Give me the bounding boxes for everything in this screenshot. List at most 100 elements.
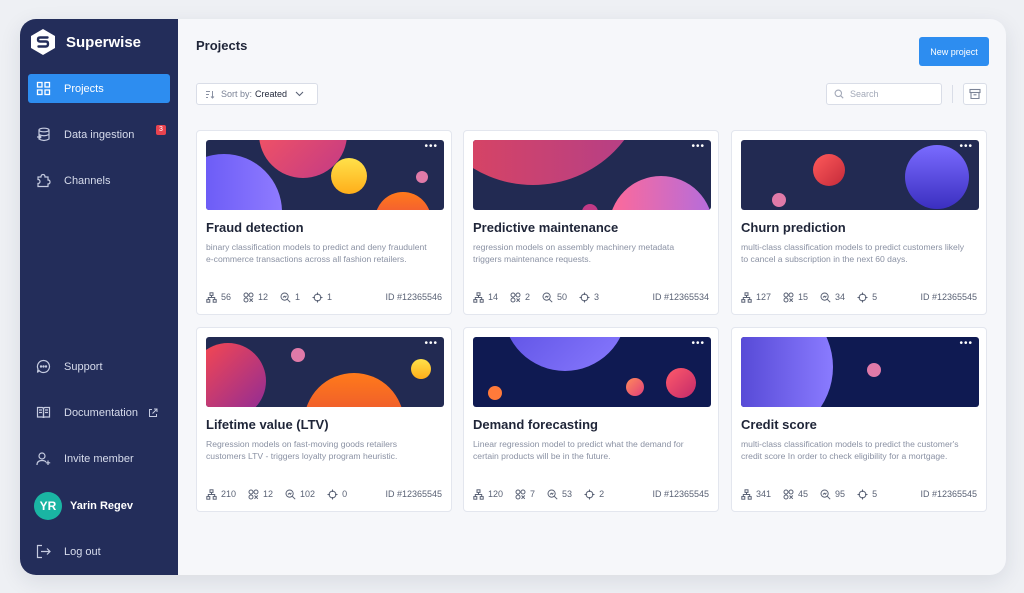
new-project-button[interactable]: New project: [919, 37, 989, 66]
segments-icon: [510, 292, 521, 302]
chat-icon: [36, 359, 51, 374]
hierarchy-icon: [473, 291, 484, 303]
sort-dropdown[interactable]: Sort by: Created: [196, 83, 318, 105]
search-input[interactable]: [850, 89, 938, 99]
card-title: Demand forecasting: [473, 417, 598, 432]
stat-monitors: 1: [312, 292, 332, 303]
brand[interactable]: Superwise: [30, 27, 141, 57]
sort-label: Sort by:: [221, 89, 253, 99]
card-banner: •••: [473, 140, 711, 210]
more-options-icon[interactable]: •••: [424, 142, 438, 152]
project-card-churn-prediction[interactable]: ••• Churn prediction multi-class classif…: [731, 130, 987, 315]
toolbar-divider: [952, 85, 953, 103]
stat-insights: 102: [285, 489, 315, 500]
notification-badge: 3: [156, 125, 166, 135]
card-description: binary classification models to predict …: [206, 242, 427, 264]
hierarchy-icon: [741, 488, 752, 500]
segments-icon: [515, 489, 526, 499]
project-card-credit-score[interactable]: ••• Credit score multi-class classificat…: [731, 327, 987, 512]
card-stats: 210 12 102 0 ID #12365545: [206, 488, 442, 500]
zoom-analysis-icon: [820, 489, 831, 500]
zoom-analysis-icon: [280, 292, 291, 303]
target-icon: [584, 489, 595, 499]
card-title: Fraud detection: [206, 220, 304, 235]
stat-segments: 15: [783, 292, 808, 303]
target-icon: [857, 292, 868, 302]
search-box[interactable]: [826, 83, 942, 105]
card-description: multi-class classification models to pre…: [741, 242, 965, 264]
logout-icon: [36, 544, 51, 559]
card-stats: 127 15 34 5 ID #12365545: [741, 291, 977, 303]
archive-button[interactable]: [963, 83, 987, 105]
sidebar-item-projects[interactable]: Projects: [28, 74, 170, 103]
abstract-planets-illustration: [206, 337, 444, 407]
abstract-planets-illustration: [741, 337, 979, 407]
more-options-icon[interactable]: •••: [691, 339, 705, 349]
target-icon: [857, 489, 868, 499]
stat-insights: 53: [547, 489, 572, 500]
user-profile[interactable]: YR Yarin Regev: [28, 491, 170, 521]
card-stats: 14 2 50 3 ID #12365534: [473, 291, 709, 303]
more-options-icon[interactable]: •••: [959, 142, 973, 152]
stat-monitors: 2: [584, 489, 604, 500]
project-id: ID #12365545: [652, 489, 709, 499]
sidebar-item-support[interactable]: Support: [28, 352, 170, 381]
card-banner: •••: [473, 337, 711, 407]
card-stats: 56 12 1 1 ID #12365546: [206, 291, 442, 303]
card-title: Predictive maintenance: [473, 220, 619, 235]
avatar: YR: [34, 492, 62, 520]
book-icon: [36, 405, 51, 420]
sort-icon: [206, 90, 215, 99]
stat-insights: 50: [542, 292, 567, 303]
stat-models: 120: [473, 488, 503, 500]
stat-models: 56: [206, 291, 231, 303]
search-icon: [834, 89, 844, 99]
sidebar-item-label: Projects: [64, 82, 104, 95]
project-card-demand-forecasting[interactable]: ••• Demand forecasting Linear regression…: [463, 327, 719, 512]
abstract-planets-illustration: [473, 140, 711, 210]
sidebar-item-documentation[interactable]: Documentation: [28, 398, 170, 427]
sidebar-item-label: Invite member: [64, 452, 134, 465]
more-options-icon[interactable]: •••: [691, 142, 705, 152]
project-card-fraud-detection[interactable]: ••• Fraud detection binary classificatio…: [196, 130, 452, 315]
sidebar-item-invite-member[interactable]: Invite member: [28, 444, 170, 473]
brand-name: Superwise: [66, 33, 142, 51]
stat-segments: 2: [510, 292, 530, 303]
zoom-analysis-icon: [820, 292, 831, 303]
stat-models: 341: [741, 488, 771, 500]
stat-monitors: 3: [579, 292, 599, 303]
card-banner: •••: [741, 337, 979, 407]
card-description: regression models on assembly machinery …: [473, 242, 675, 264]
project-id: ID #12365534: [652, 292, 709, 302]
user-name: Yarin Regev: [70, 500, 133, 512]
card-banner: •••: [206, 337, 444, 407]
user-plus-icon: [36, 451, 51, 466]
card-description: multi-class classification models to pre…: [741, 439, 959, 461]
target-icon: [327, 489, 338, 499]
sidebar-item-label: Data ingestion: [64, 128, 135, 141]
zoom-analysis-icon: [285, 489, 296, 500]
card-description: Regression models on fast-moving goods r…: [206, 439, 398, 461]
sidebar-item-channels[interactable]: Channels: [28, 166, 170, 195]
more-options-icon[interactable]: •••: [424, 339, 438, 349]
hierarchy-icon: [206, 291, 217, 303]
project-card-predictive-maintenance[interactable]: ••• Predictive maintenance regression mo…: [463, 130, 719, 315]
logout-label: Log out: [64, 545, 101, 558]
sidebar-item-label: Support: [64, 360, 103, 373]
card-stats: 120 7 53 2 ID #12365545: [473, 488, 709, 500]
stat-models: 14: [473, 291, 498, 303]
superwise-logo-icon: [31, 29, 55, 55]
sidebar-item-data-ingestion[interactable]: Data ingestion 3: [28, 120, 170, 149]
logout-button[interactable]: Log out: [28, 537, 170, 566]
stat-segments: 7: [515, 489, 535, 500]
external-link-icon: [148, 408, 158, 418]
stat-models: 127: [741, 291, 771, 303]
more-options-icon[interactable]: •••: [959, 339, 973, 349]
target-icon: [579, 292, 590, 302]
project-card-lifetime-value[interactable]: ••• Lifetime value (LTV) Regression mode…: [196, 327, 452, 512]
sidebar-item-label: Channels: [64, 174, 111, 187]
abstract-planets-illustration: [741, 140, 979, 210]
card-stats: 341 45 95 5 ID #12365545: [741, 488, 977, 500]
stat-segments: 12: [248, 489, 273, 500]
hierarchy-icon: [206, 488, 217, 500]
